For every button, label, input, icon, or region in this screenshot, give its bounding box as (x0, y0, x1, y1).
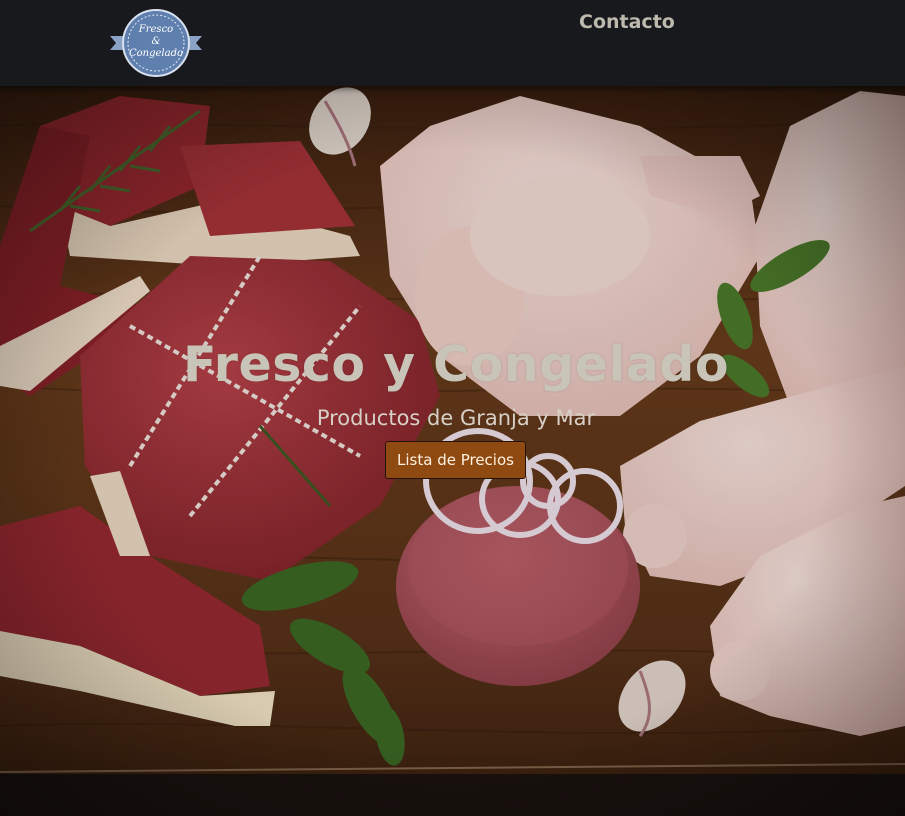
logo[interactable]: Fresco & Congelado (108, 6, 204, 80)
hero-subtitle: Productos de Granja y Mar (316, 406, 596, 430)
logo-text-1: Fresco (138, 24, 173, 35)
hero-section: Fresco y Congelado Productos de Granja y… (0, 86, 905, 816)
navbar: Fresco & Congelado Contacto (0, 0, 905, 86)
logo-text-3: Congelado (129, 48, 183, 59)
hero-title: Fresco y Congelado (182, 336, 730, 393)
nav-link-contacto[interactable]: Contacto (579, 11, 675, 33)
logo-text-2: & (152, 36, 161, 47)
price-list-button[interactable]: Lista de Precios (385, 441, 526, 479)
